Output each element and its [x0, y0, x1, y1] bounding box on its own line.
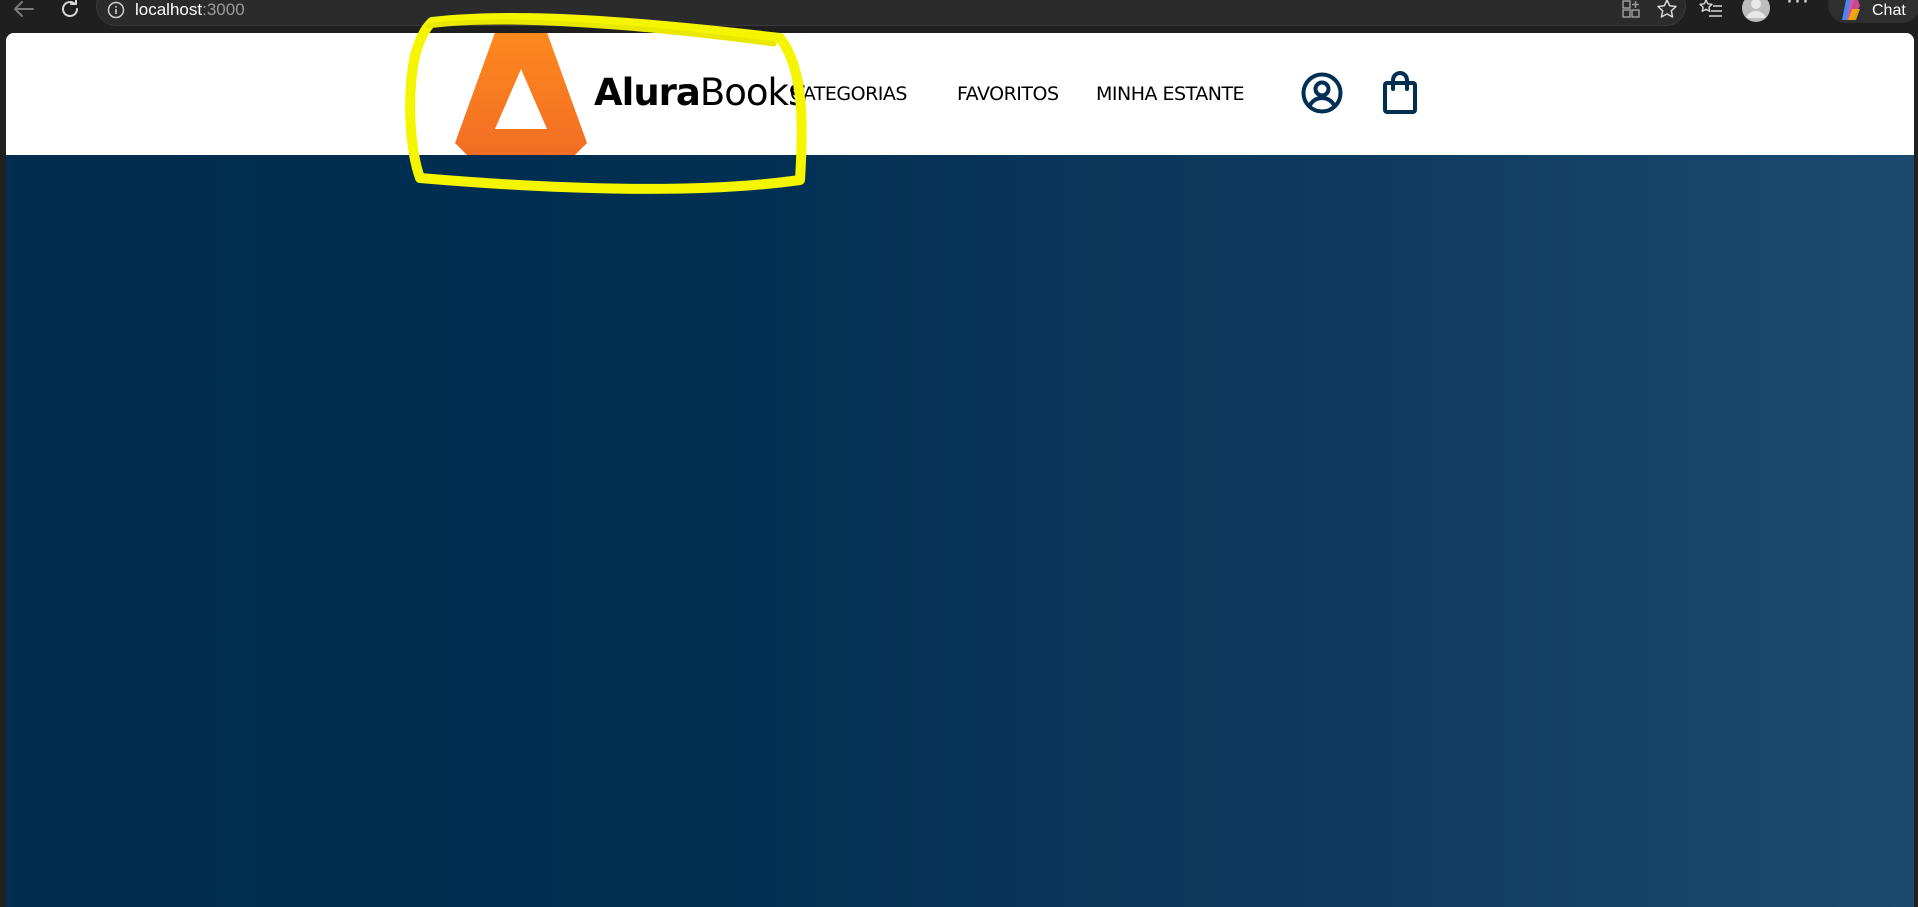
app-grid-icon[interactable] — [1618, 0, 1644, 22]
nav-categorias[interactable]: CATEGORIAS — [790, 83, 907, 105]
copilot-icon — [1842, 0, 1860, 20]
favorites-list-icon[interactable] — [1698, 0, 1724, 22]
page-viewport: AluraBooks CATEGORIAS FAVORITOS MINHA ES… — [6, 33, 1914, 907]
alurabooks-logo-icon[interactable] — [455, 33, 587, 155]
site-info-icon[interactable] — [107, 1, 125, 19]
site-header: AluraBooks CATEGORIAS FAVORITOS MINHA ES… — [6, 33, 1914, 155]
address-bar[interactable]: localhost:3000 — [96, 0, 1686, 26]
hero-banner — [6, 155, 1914, 907]
chat-label: Chat — [1872, 2, 1906, 19]
back-icon[interactable] — [10, 0, 38, 22]
more-options-icon[interactable]: ··· — [1786, 0, 1810, 15]
browser-toolbar: localhost:3000 ··· Chat — [0, 0, 1918, 33]
chat-button[interactable]: Chat — [1828, 0, 1918, 23]
profile-avatar-icon[interactable] — [1741, 0, 1771, 23]
url-text[interactable]: localhost:3000 — [135, 1, 245, 19]
star-icon[interactable] — [1654, 0, 1680, 22]
logo-wordmark[interactable]: AluraBooks — [594, 71, 807, 115]
url-host: localhost — [135, 0, 203, 19]
shopping-bag-icon[interactable] — [1378, 69, 1422, 117]
logo-word-alura: Alura — [594, 71, 701, 114]
url-port: :3000 — [202, 0, 245, 19]
nav-minha-estante[interactable]: MINHA ESTANTE — [1096, 83, 1245, 105]
nav-favoritos[interactable]: FAVORITOS — [957, 83, 1059, 105]
reload-icon[interactable] — [56, 0, 84, 22]
user-circle-icon[interactable] — [1300, 69, 1344, 117]
